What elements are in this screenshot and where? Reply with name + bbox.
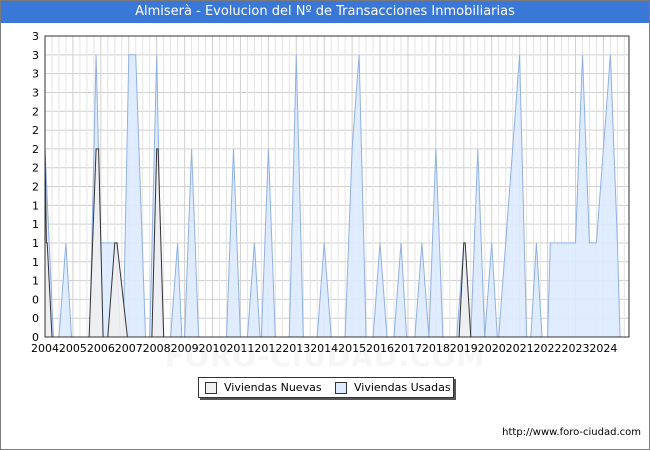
- source-link[interactable]: http://www.foro-ciudad.com: [502, 427, 641, 438]
- y-tick-label: 2: [32, 143, 39, 156]
- y-tick-label: 3: [32, 68, 39, 81]
- y-tick-label: 1: [32, 218, 39, 231]
- x-tick-label: 2020: [478, 342, 506, 355]
- x-tick-label: 2015: [338, 342, 366, 355]
- y-tick-label: 1: [32, 256, 39, 269]
- y-tick-label: 3: [32, 86, 39, 99]
- x-tick-label: 2004: [31, 342, 59, 355]
- legend-item-new: Viviendas Nuevas: [205, 381, 322, 394]
- y-tick-label: 0: [32, 312, 39, 325]
- y-tick-label: 1: [32, 275, 39, 288]
- x-tick-label: 2018: [422, 342, 450, 355]
- x-tick-label: 2006: [87, 342, 115, 355]
- x-tick-label: 2021: [506, 342, 534, 355]
- legend-swatch-new: [205, 381, 217, 394]
- legend-swatch-used: [335, 381, 347, 394]
- y-tick-label: 2: [32, 162, 39, 175]
- x-tick-label: 2019: [450, 342, 478, 355]
- x-tick-label: 2022: [534, 342, 562, 355]
- x-tick-label: 2013: [282, 342, 310, 355]
- y-tick-label: 0: [32, 293, 39, 306]
- y-axis: 00011111222223333: [32, 30, 39, 344]
- x-tick-label: 2017: [394, 342, 422, 355]
- y-tick-label: 1: [32, 237, 39, 250]
- y-tick-label: 3: [32, 30, 39, 43]
- x-tick-label: 2010: [199, 342, 227, 355]
- legend: Viviendas Nuevas Viviendas Usadas: [198, 377, 454, 398]
- y-tick-label: 2: [32, 124, 39, 137]
- x-tick-label: 2016: [366, 342, 394, 355]
- x-tick-label: 2009: [171, 342, 199, 355]
- legend-label-new: Viviendas Nuevas: [224, 381, 322, 394]
- y-tick-label: 3: [32, 49, 39, 62]
- legend-item-used: Viviendas Usadas: [335, 381, 451, 394]
- x-tick-label: 2011: [226, 342, 254, 355]
- y-tick-label: 1: [32, 199, 39, 212]
- x-tick-label: 2008: [143, 342, 171, 355]
- x-tick-label: 2005: [59, 342, 87, 355]
- x-tick-label: 2023: [561, 342, 589, 355]
- y-tick-label: 2: [32, 105, 39, 118]
- x-tick-label: 2024: [589, 342, 617, 355]
- x-axis: 2004 2005 2006 2007 2008 2009 2010 2011 2012 2013…: [31, 342, 617, 355]
- legend-label-used: Viviendas Usadas: [354, 381, 451, 394]
- y-tick-label: 2: [32, 181, 39, 194]
- x-tick-label: 2007: [115, 342, 143, 355]
- x-tick-label: 2012: [254, 342, 282, 355]
- x-tick-label: 2014: [310, 342, 338, 355]
